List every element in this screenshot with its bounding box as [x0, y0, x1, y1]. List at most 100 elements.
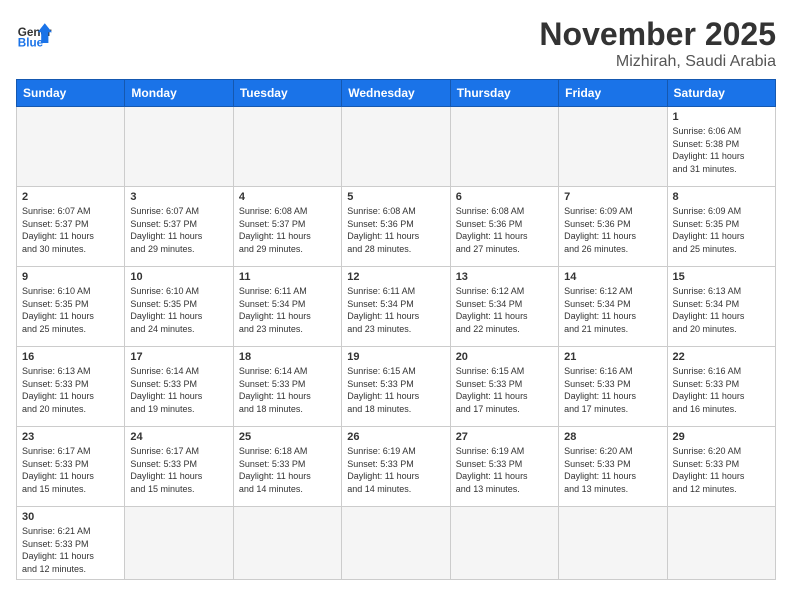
day-number: 22 [673, 351, 770, 363]
day-info: Sunrise: 6:19 AM Sunset: 5:33 PM Dayligh… [456, 445, 553, 495]
table-row [450, 107, 558, 187]
table-row: 25 Sunrise: 6:18 AM Sunset: 5:33 PM Dayli… [233, 427, 341, 507]
day-info: Sunrise: 6:07 AM Sunset: 5:37 PM Dayligh… [22, 205, 119, 255]
table-row: 6Sunrise: 6:08 AM Sunset: 5:36 PM Daylig… [450, 187, 558, 267]
col-wednesday: Wednesday [342, 80, 450, 107]
table-row [559, 507, 667, 580]
table-row [233, 507, 341, 580]
table-row: 29 Sunrise: 6:20 AM Sunset: 5:33 PM Dayli… [667, 427, 775, 507]
col-monday: Monday [125, 80, 233, 107]
calendar-table: Sunday Monday Tuesday Wednesday Thursday… [16, 79, 776, 580]
day-info: Sunrise: 6:07 AM Sunset: 5:37 PM Dayligh… [130, 205, 227, 255]
table-row: 27 Sunrise: 6:19 AM Sunset: 5:33 PM Dayli… [450, 427, 558, 507]
day-number: 5 [347, 191, 444, 203]
day-number: 27 [456, 431, 553, 443]
table-row [667, 507, 775, 580]
day-number: 30 [22, 511, 119, 523]
day-number: 16 [22, 351, 119, 363]
day-info: Sunrise: 6:19 AM Sunset: 5:33 PM Dayligh… [347, 445, 444, 495]
table-row: 7 Sunrise: 6:09 AM Sunset: 5:36 PM Daylig… [559, 187, 667, 267]
calendar-header-row: Sunday Monday Tuesday Wednesday Thursday… [17, 80, 776, 107]
table-row: 21 Sunrise: 6:16 AM Sunset: 5:33 PM Dayli… [559, 347, 667, 427]
day-info: Sunrise: 6:12 AM Sunset: 5:34 PM Dayligh… [456, 285, 553, 335]
day-info: Sunrise: 6:08 AM Sunset: 5:36 PM Dayligh… [456, 205, 553, 255]
table-row: 14 Sunrise: 6:12 AM Sunset: 5:34 PM Dayli… [559, 267, 667, 347]
day-info: Sunrise: 6:11 AM Sunset: 5:34 PM Dayligh… [347, 285, 444, 335]
day-info: Sunrise: 6:17 AM Sunset: 5:33 PM Dayligh… [22, 445, 119, 495]
day-number: 18 [239, 351, 336, 363]
day-number: 17 [130, 351, 227, 363]
day-number: 10 [130, 271, 227, 283]
month-title: November 2025 [539, 16, 776, 53]
table-row [559, 107, 667, 187]
logo-icon: General Blue [16, 16, 52, 52]
day-info: Sunrise: 6:20 AM Sunset: 5:33 PM Dayligh… [673, 445, 770, 495]
table-row [125, 507, 233, 580]
table-row: 9Sunrise: 6:10 AM Sunset: 5:35 PM Daylig… [17, 267, 125, 347]
table-row: 5 Sunrise: 6:08 AM Sunset: 5:36 PM Daylig… [342, 187, 450, 267]
day-info: Sunrise: 6:06 AM Sunset: 5:38 PM Dayligh… [673, 125, 770, 175]
day-info: Sunrise: 6:16 AM Sunset: 5:33 PM Dayligh… [673, 365, 770, 415]
day-number: 11 [239, 271, 336, 283]
table-row: 30 Sunrise: 6:21 AM Sunset: 5:33 PM Dayli… [17, 507, 125, 580]
day-number: 29 [673, 431, 770, 443]
page-header: General Blue November 2025 Mizhirah, Sau… [16, 16, 776, 71]
day-info: Sunrise: 6:17 AM Sunset: 5:33 PM Dayligh… [130, 445, 227, 495]
day-info: Sunrise: 6:08 AM Sunset: 5:37 PM Dayligh… [239, 205, 336, 255]
day-number: 24 [130, 431, 227, 443]
day-info: Sunrise: 6:09 AM Sunset: 5:36 PM Dayligh… [564, 205, 661, 255]
table-row: 12 Sunrise: 6:11 AM Sunset: 5:34 PM Dayli… [342, 267, 450, 347]
table-row: 28 Sunrise: 6:20 AM Sunset: 5:33 PM Dayli… [559, 427, 667, 507]
table-row: 17 Sunrise: 6:14 AM Sunset: 5:33 PM Dayli… [125, 347, 233, 427]
table-row [342, 107, 450, 187]
day-number: 9 [22, 271, 119, 283]
day-number: 26 [347, 431, 444, 443]
day-info: Sunrise: 6:15 AM Sunset: 5:33 PM Dayligh… [456, 365, 553, 415]
table-row: 23Sunrise: 6:17 AM Sunset: 5:33 PM Dayli… [17, 427, 125, 507]
title-block: November 2025 Mizhirah, Saudi Arabia [539, 16, 776, 71]
location: Mizhirah, Saudi Arabia [539, 53, 776, 71]
day-info: Sunrise: 6:08 AM Sunset: 5:36 PM Dayligh… [347, 205, 444, 255]
day-info: Sunrise: 6:18 AM Sunset: 5:33 PM Dayligh… [239, 445, 336, 495]
col-thursday: Thursday [450, 80, 558, 107]
day-number: 21 [564, 351, 661, 363]
table-row: 3 Sunrise: 6:07 AM Sunset: 5:37 PM Daylig… [125, 187, 233, 267]
col-friday: Friday [559, 80, 667, 107]
table-row: 15Sunrise: 6:13 AM Sunset: 5:34 PM Dayli… [667, 267, 775, 347]
table-row [342, 507, 450, 580]
day-info: Sunrise: 6:20 AM Sunset: 5:33 PM Dayligh… [564, 445, 661, 495]
table-row [450, 507, 558, 580]
day-number: 3 [130, 191, 227, 203]
logo: General Blue [16, 16, 52, 52]
day-info: Sunrise: 6:15 AM Sunset: 5:33 PM Dayligh… [347, 365, 444, 415]
day-info: Sunrise: 6:14 AM Sunset: 5:33 PM Dayligh… [130, 365, 227, 415]
day-number: 2 [22, 191, 119, 203]
day-number: 25 [239, 431, 336, 443]
table-row: 16 Sunrise: 6:13 AM Sunset: 5:33 PM Dayli… [17, 347, 125, 427]
table-row: 22 Sunrise: 6:16 AM Sunset: 5:33 PM Dayli… [667, 347, 775, 427]
col-tuesday: Tuesday [233, 80, 341, 107]
table-row [233, 107, 341, 187]
day-info: Sunrise: 6:16 AM Sunset: 5:33 PM Dayligh… [564, 365, 661, 415]
day-number: 7 [564, 191, 661, 203]
table-row: 8Sunrise: 6:09 AM Sunset: 5:35 PM Daylig… [667, 187, 775, 267]
day-number: 13 [456, 271, 553, 283]
day-info: Sunrise: 6:10 AM Sunset: 5:35 PM Dayligh… [130, 285, 227, 335]
table-row: 20Sunrise: 6:15 AM Sunset: 5:33 PM Dayli… [450, 347, 558, 427]
day-info: Sunrise: 6:13 AM Sunset: 5:33 PM Dayligh… [22, 365, 119, 415]
day-info: Sunrise: 6:09 AM Sunset: 5:35 PM Dayligh… [673, 205, 770, 255]
day-number: 1 [673, 111, 770, 123]
day-info: Sunrise: 6:12 AM Sunset: 5:34 PM Dayligh… [564, 285, 661, 335]
day-number: 28 [564, 431, 661, 443]
day-number: 4 [239, 191, 336, 203]
day-info: Sunrise: 6:11 AM Sunset: 5:34 PM Dayligh… [239, 285, 336, 335]
table-row: 1 Sunrise: 6:06 AM Sunset: 5:38 PM Daylig… [667, 107, 775, 187]
day-number: 12 [347, 271, 444, 283]
day-number: 14 [564, 271, 661, 283]
day-number: 19 [347, 351, 444, 363]
day-info: Sunrise: 6:21 AM Sunset: 5:33 PM Dayligh… [22, 525, 119, 575]
table-row [125, 107, 233, 187]
table-row: 10 Sunrise: 6:10 AM Sunset: 5:35 PM Dayli… [125, 267, 233, 347]
table-row: 11 Sunrise: 6:11 AM Sunset: 5:34 PM Dayli… [233, 267, 341, 347]
table-row: 18Sunrise: 6:14 AM Sunset: 5:33 PM Dayli… [233, 347, 341, 427]
